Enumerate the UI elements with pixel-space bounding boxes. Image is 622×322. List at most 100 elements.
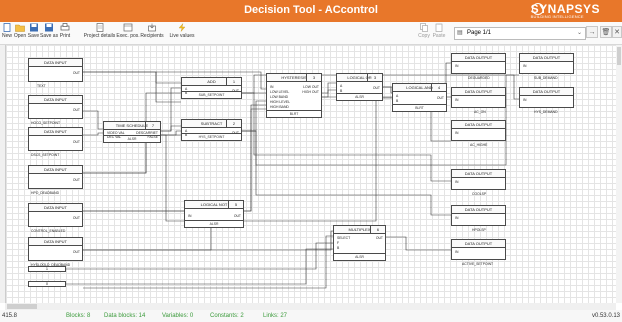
- block-number: 3: [367, 74, 382, 81]
- data-input-block[interactable]: DATA INPUT OUT TEXT: [28, 58, 83, 88]
- window-title: Decision Tool - ACcontrol: [244, 4, 378, 16]
- data-output-block[interactable]: DATA OUTPUT IN SUB_DEMAND: [519, 53, 574, 80]
- output-var-name: SUB_DEMAND: [534, 76, 558, 80]
- data-output-block[interactable]: DATA OUTPUT IN COOLSP: [451, 169, 506, 196]
- data-input-block[interactable]: DATA INPUT OUT DSCS_SETPOINT: [28, 127, 83, 157]
- arrow-right-icon: →: [588, 29, 596, 36]
- block-header: DATA INPUT: [29, 128, 82, 136]
- block-type: BLRT: [267, 110, 321, 117]
- block-header: DATA OUTPUT: [520, 54, 573, 62]
- port-label: IN: [455, 216, 459, 220]
- port-label: OUT: [72, 108, 80, 112]
- data-output-block[interactable]: DATA OUTPUT IN HYS_DEMAND: [519, 87, 574, 114]
- data-output-block[interactable]: DATA OUTPUT IN DEGUARDED: [451, 53, 506, 80]
- multiplex-block[interactable]: MULTIPLEX 6 SELECT F B OUT ALSR: [333, 225, 386, 261]
- delete-page-button[interactable]: 🗑: [600, 26, 612, 38]
- subtract-block[interactable]: SUBTRACT 2 A B OUT HYS_SETPOINT: [181, 119, 242, 141]
- chevron-down-icon: ⌄: [576, 30, 582, 36]
- constant-block[interactable]: 0: [28, 281, 66, 287]
- add-block[interactable]: ADD 1 A B OUT SUB_SETPOINT: [181, 77, 242, 99]
- block-number: 2: [226, 120, 241, 127]
- block-header: DATA OUTPUT: [452, 206, 505, 214]
- port-label: OUT: [375, 236, 383, 240]
- output-var-name: AC_HIGHE: [470, 143, 488, 147]
- input-var-name: TEXT: [37, 84, 46, 88]
- logical-and-block[interactable]: LOGICAL AND 4 A B OUT BLRT: [392, 83, 447, 112]
- block-header: ADD 1: [182, 78, 241, 86]
- data-input-block[interactable]: DATA INPUT OUT HYSLOOLD_DEADBAND: [28, 237, 83, 267]
- block-header: DATA OUTPUT: [452, 54, 505, 62]
- block-number: 4: [431, 84, 446, 91]
- block-header: DATA OUTPUT: [452, 88, 505, 96]
- paste-label: Paste: [432, 33, 446, 39]
- block-number: 6: [370, 226, 385, 233]
- logical-not-block[interactable]: LOGICAL NOT 5 IN OUT ALSR: [184, 200, 244, 228]
- title-bar: Decision Tool - ACcontrol SYNAPSYS BUILD…: [0, 0, 622, 22]
- live-values-button[interactable]: Live values: [168, 23, 196, 39]
- new-button[interactable]: New: [1, 23, 13, 39]
- close-icon: ✕: [614, 29, 620, 36]
- data-input-block[interactable]: DATA INPUT OUT HOCO_SETPOINT: [28, 95, 83, 125]
- link-wire: [161, 125, 181, 132]
- diagram-canvas[interactable]: DATA INPUT OUT TEXT DATA INPUT OUT HOCO_…: [5, 45, 617, 303]
- save-as-icon: [45, 23, 53, 32]
- project-details-button[interactable]: Project details: [83, 23, 116, 39]
- port-label: OUT: [372, 86, 380, 90]
- copy-button[interactable]: Copy: [418, 23, 430, 39]
- link-wire: [66, 248, 333, 285]
- new-file-icon: [3, 23, 11, 32]
- paste-icon: [435, 23, 443, 32]
- port-label: SELECT: [337, 236, 351, 240]
- link-wire: [83, 132, 103, 136]
- save-as-button[interactable]: Save as: [40, 23, 58, 39]
- block-type: ALSR: [337, 93, 382, 100]
- vertical-scrollbar[interactable]: [616, 45, 622, 303]
- block-header: DATA OUTPUT: [452, 170, 505, 178]
- scrollbar-thumb[interactable]: [7, 304, 37, 309]
- horizontal-scrollbar[interactable]: [5, 303, 616, 310]
- lightning-icon: [178, 23, 186, 32]
- port-label: OUT: [72, 250, 80, 254]
- next-page-button[interactable]: →: [586, 26, 598, 38]
- block-type: ALSR: [104, 135, 160, 142]
- recipients-icon: [148, 23, 156, 32]
- hysteresis-block[interactable]: HYSTERESIS 3 IN LOW LEVEL LOW BAND HIGH L…: [266, 73, 322, 118]
- link-wire: [83, 235, 333, 289]
- logical-or-block[interactable]: LOGICAL OR 3 A B OUT ALSR: [336, 73, 383, 101]
- exec-pos-button[interactable]: Exec. pos.: [116, 23, 140, 39]
- links-count: Links: 27: [263, 313, 288, 319]
- open-button[interactable]: Open: [13, 23, 27, 39]
- link-wire: [322, 82, 336, 94]
- port-label: IN: [455, 180, 459, 184]
- save-icon: [29, 23, 38, 32]
- data-input-block[interactable]: DATA INPUT OUT HPO_DEADBAND: [28, 165, 83, 195]
- print-button[interactable]: Print: [58, 23, 72, 39]
- time-schedule-block[interactable]: TIME SCHEDULE 7 VIDEO VAL DEC VAL DESCARR…: [103, 121, 161, 143]
- block-type: ALSR: [185, 220, 243, 227]
- brand-tagline: BUILDING INTELLIGENCE: [530, 14, 584, 19]
- data-output-block[interactable]: DATA OUTPUT IN ACTIVE_SETPOINT: [451, 239, 506, 266]
- block-title: DATA OUTPUT: [464, 89, 493, 94]
- data-output-block[interactable]: DATA OUTPUT IN HPOLSP: [451, 205, 506, 232]
- recipients-button[interactable]: Recipients: [140, 23, 164, 39]
- close-page-button[interactable]: ✕: [612, 26, 622, 38]
- constant-block[interactable]: 1: [28, 266, 66, 272]
- block-title: DATA INPUT: [44, 205, 67, 210]
- project-details-label: Project details: [83, 33, 116, 39]
- port-label: F: [337, 241, 340, 245]
- data-input-block[interactable]: DATA INPUT OUT CONTROL_ENABLED: [28, 203, 83, 233]
- data-output-block[interactable]: DATA OUTPUT IN AC_HIGHE: [451, 120, 506, 147]
- paste-button[interactable]: Paste: [432, 23, 446, 39]
- block-title: DATA INPUT: [44, 239, 67, 244]
- block-type: ALSR: [334, 253, 385, 260]
- data-output-block[interactable]: DATA OUTPUT IN AC_ON: [451, 87, 506, 114]
- scrollbar-thumb[interactable]: [617, 47, 621, 65]
- save-button[interactable]: Save: [27, 23, 40, 39]
- port-label: OUT: [72, 140, 80, 144]
- recipients-label: Recipients: [140, 33, 164, 39]
- page-select[interactable]: ▤ Page 1/1 ⌄: [454, 27, 586, 40]
- port-label: IN: [270, 85, 274, 89]
- port-label: HIGH BAND: [270, 105, 289, 109]
- block-title: DATA OUTPUT: [464, 207, 493, 212]
- block-header: HYSTERESIS 3: [267, 74, 321, 82]
